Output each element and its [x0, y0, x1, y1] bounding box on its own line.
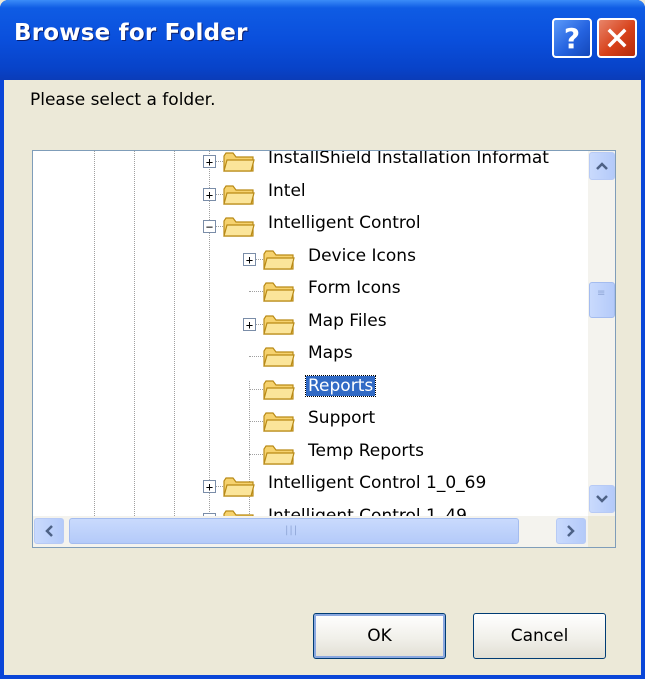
scroll-up-button[interactable] [589, 152, 615, 180]
tree-item[interactable]: − Intelligent Control [33, 210, 588, 242]
tree-item[interactable]: Reports [33, 373, 588, 405]
title-bar[interactable]: Browse for Folder ? [0, 0, 645, 80]
tree-item[interactable]: +Intelligent Control 1_49 [33, 503, 588, 516]
grip-icon: ||| [285, 525, 299, 536]
expand-icon[interactable]: + [203, 480, 216, 493]
scrollbar-corner [588, 516, 615, 547]
tree-item-label[interactable]: Intelligent Control 1_49 [266, 506, 469, 516]
browse-for-folder-dialog: Browse for Folder ? Please select a fold… [0, 0, 645, 679]
cancel-button[interactable]: Cancel [473, 613, 606, 659]
chevron-right-icon [567, 525, 575, 537]
grip-icon: ≡ [597, 288, 607, 299]
folder-tree[interactable]: + InstallShield Installation Informat + Int… [32, 150, 616, 548]
expand-icon[interactable]: + [243, 318, 256, 331]
tree-item[interactable]: + Map Files [33, 308, 588, 340]
scroll-down-button[interactable] [589, 485, 615, 513]
tree-view[interactable]: + InstallShield Installation Informat + Int… [33, 151, 588, 516]
tree-item-label[interactable]: Device Icons [306, 246, 418, 266]
folder-icon [263, 412, 295, 432]
folder-icon [223, 477, 255, 497]
tree-item[interactable]: + InstallShield Installation Informat [33, 151, 588, 177]
tree-item[interactable]: + Device Icons [33, 243, 588, 275]
tree-item-label[interactable]: Support [306, 408, 377, 428]
tree-item-label[interactable]: Intelligent Control [266, 213, 423, 233]
folder-icon [223, 185, 255, 205]
tree-item[interactable]: + Intel [33, 178, 588, 210]
expand-icon[interactable]: + [203, 188, 216, 201]
dialog-body: Please select a folder. + InstallShield I… [4, 80, 641, 675]
folder-icon [263, 347, 295, 367]
tree-item[interactable]: Temp Reports [33, 438, 588, 470]
window-title: Browse for Folder [14, 20, 248, 46]
scroll-right-button[interactable] [556, 518, 586, 544]
folder-icon [263, 445, 295, 465]
close-button[interactable] [597, 18, 637, 58]
help-button[interactable]: ? [552, 18, 592, 58]
folder-icon [263, 380, 295, 400]
folder-icon [223, 217, 255, 237]
chevron-up-icon [596, 162, 608, 170]
tree-item[interactable]: Form Icons [33, 275, 588, 307]
tree-item-label[interactable]: InstallShield Installation Informat [266, 151, 551, 168]
tree-item-label[interactable]: Reports [304, 375, 377, 397]
expand-icon[interactable]: + [203, 155, 216, 168]
tree-item[interactable]: + Intelligent Control 1_0_69 [33, 470, 588, 502]
folder-icon [223, 510, 254, 516]
tree-item-label[interactable]: Intelligent Control 1_0_69 [266, 473, 488, 493]
folder-icon [263, 250, 295, 270]
tree-item-label[interactable]: Map Files [306, 311, 389, 331]
folder-icon [263, 282, 295, 302]
tree-item[interactable]: Maps [33, 340, 588, 372]
vertical-scrollbar[interactable]: ≡ [588, 151, 615, 516]
prompt-text: Please select a folder. [30, 90, 216, 110]
tree-item-label[interactable]: Maps [306, 343, 355, 363]
close-icon [607, 28, 627, 48]
ok-button[interactable]: OK [313, 613, 446, 659]
tree-item-label[interactable]: Intel [266, 181, 308, 201]
folder-icon [223, 152, 255, 172]
horizontal-scroll-thumb[interactable]: ||| [69, 518, 519, 544]
scroll-left-button[interactable] [34, 518, 64, 544]
horizontal-scrollbar[interactable]: ||| [33, 516, 588, 547]
tree-item-label[interactable]: Form Icons [306, 278, 403, 298]
tree-item[interactable]: Support [33, 405, 588, 437]
folder-icon [263, 315, 295, 335]
collapse-icon[interactable]: − [203, 220, 216, 233]
tree-item-label[interactable]: Temp Reports [306, 441, 426, 461]
chevron-down-icon [596, 495, 608, 503]
expand-icon[interactable]: + [243, 253, 256, 266]
chevron-left-icon [45, 525, 53, 537]
vertical-scroll-thumb[interactable]: ≡ [589, 282, 615, 318]
